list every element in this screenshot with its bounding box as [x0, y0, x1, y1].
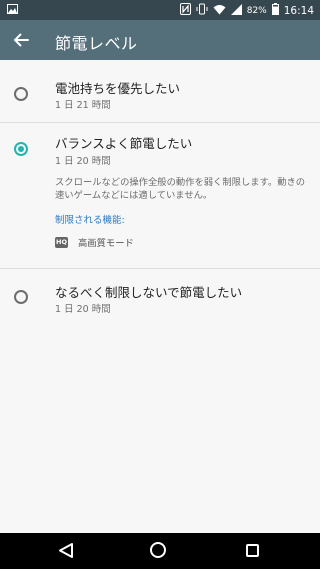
feature-label: 高画質モード	[78, 238, 134, 249]
nfc-icon	[179, 3, 191, 18]
restricted-feature-item: HQ 高画質モード	[55, 235, 134, 249]
page-title: 節電レベル	[55, 34, 138, 53]
radio-button-selected[interactable]	[14, 142, 28, 156]
home-circle-icon[interactable]	[150, 542, 166, 558]
arrow-left-icon[interactable]	[11, 30, 31, 50]
option-duration: 1 日 20 時間	[55, 304, 111, 315]
option-duration: 1 日 21 時間	[55, 100, 111, 111]
option-battery-priority[interactable]: 電池持ちを優先したい 1 日 21 時間	[0, 60, 320, 122]
recent-square-icon[interactable]	[246, 544, 259, 557]
image-icon	[7, 4, 18, 17]
option-title: 電池持ちを優先したい	[55, 81, 181, 96]
status-bar: 82% 16:14	[0, 0, 320, 20]
signal-icon	[230, 3, 242, 18]
back-triangle-icon[interactable]	[58, 542, 74, 563]
battery-percent: 82%	[246, 5, 267, 16]
hq-icon: HQ	[55, 236, 68, 248]
wifi-icon	[213, 4, 226, 18]
vibrate-icon	[196, 3, 208, 18]
radio-button[interactable]	[14, 87, 28, 101]
restricted-features-label: 制限される機能:	[55, 215, 125, 226]
option-description: スクロールなどの操作全般の動作を弱く制限します。動きの速いゲームなどには適してい…	[55, 177, 306, 201]
option-duration: 1 日 20 時間	[55, 156, 111, 167]
navigation-bar	[0, 533, 320, 569]
option-minimal-restriction[interactable]: なるべく制限しないで節電したい 1 日 20 時間	[0, 269, 320, 331]
radio-button[interactable]	[14, 290, 28, 304]
battery-icon	[271, 3, 279, 18]
option-balanced[interactable]: バランスよく節電したい 1 日 20 時間 スクロールなどの操作全般の動作を弱く…	[0, 123, 320, 268]
option-title: なるべく制限しないで節電したい	[55, 285, 243, 300]
app-bar: 節電レベル	[0, 20, 320, 60]
clock: 16:14	[283, 4, 314, 17]
option-title: バランスよく節電したい	[55, 136, 193, 151]
